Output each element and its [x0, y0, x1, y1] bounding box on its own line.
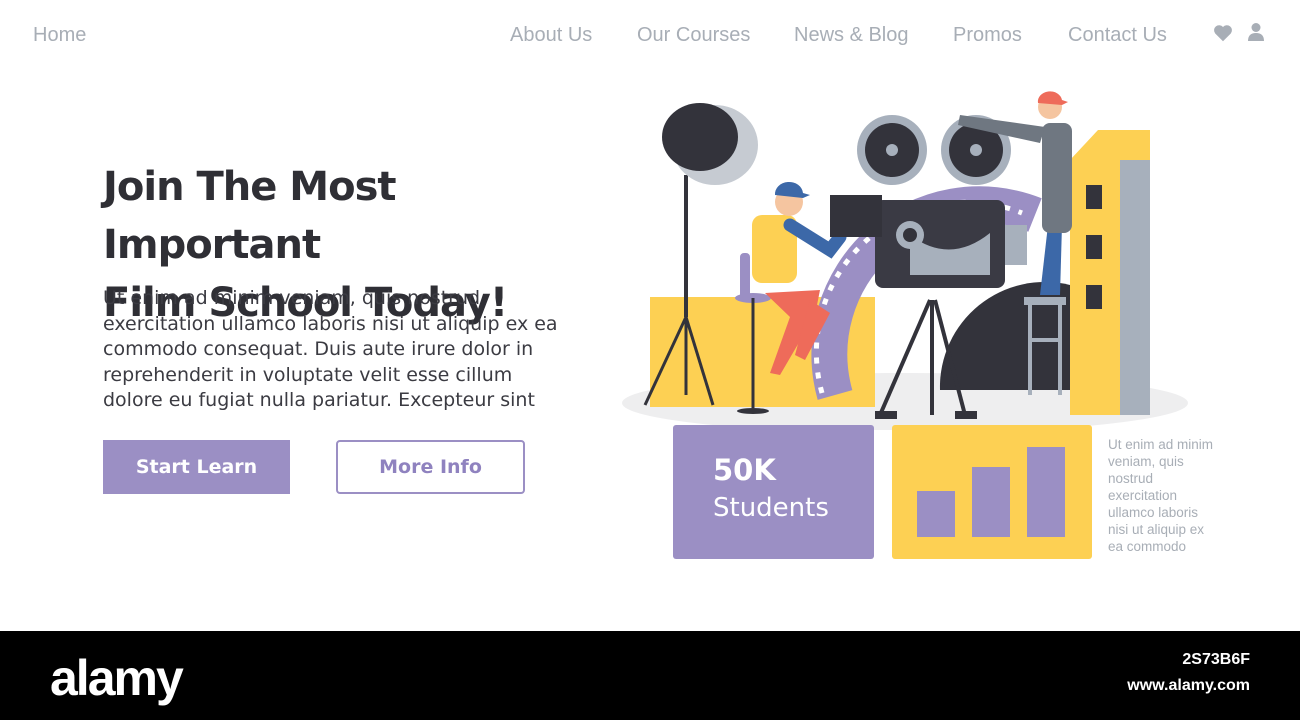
bar-medium	[972, 467, 1010, 537]
user-icon[interactable]	[1247, 22, 1265, 46]
film-crew-illustration	[622, 91, 1188, 430]
more-info-button[interactable]: More Info	[336, 440, 525, 494]
nav-home[interactable]: Home	[33, 24, 86, 47]
nav-contact-us[interactable]: Contact Us	[1068, 24, 1167, 47]
nav-about-us[interactable]: About Us	[510, 24, 592, 47]
bar-chart-card	[892, 425, 1092, 559]
bar-chart	[917, 447, 1065, 537]
side-description: Ut enim ad minim veniam, quis nostrud ex…	[1108, 437, 1214, 554]
students-label: Students	[713, 493, 829, 523]
nav-promos[interactable]: Promos	[953, 24, 1022, 47]
hero-description: Ut enim ad minim veniam, quis nostrud ex…	[103, 287, 558, 411]
alamy-logo: alamy	[50, 650, 184, 706]
bar-small	[917, 491, 955, 537]
students-count: 50K	[713, 453, 776, 487]
nav-news-blog[interactable]: News & Blog	[794, 24, 909, 47]
hero-title-line-1: Join The Most Important	[103, 164, 397, 268]
building	[1070, 130, 1150, 415]
footer-url: www.alamy.com	[1127, 677, 1250, 694]
start-learn-button[interactable]: Start Learn	[103, 440, 290, 494]
bar-large	[1027, 447, 1065, 537]
image-id: 2S73B6F	[1182, 651, 1250, 668]
nav-our-courses[interactable]: Our Courses	[637, 24, 750, 47]
footer-bar: alamy 2S73B6F www.alamy.com	[0, 631, 1300, 720]
students-stat-card: 50K Students	[673, 425, 874, 559]
heart-icon[interactable]	[1212, 22, 1234, 48]
